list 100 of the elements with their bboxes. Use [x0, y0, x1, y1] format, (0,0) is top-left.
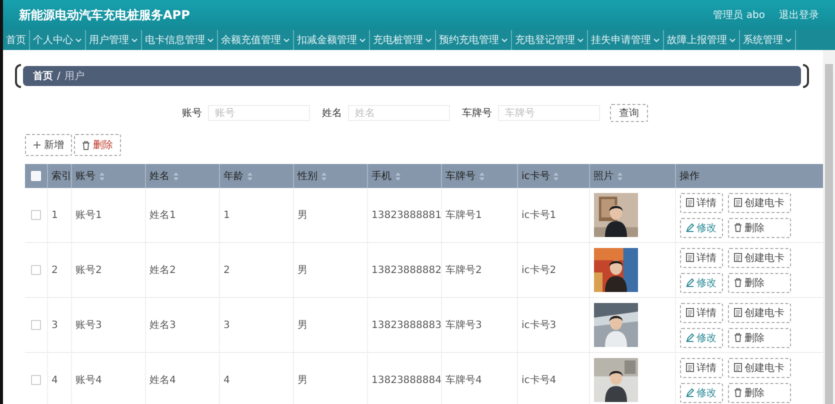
user-label: 管理员 abo	[713, 9, 765, 22]
edit-button[interactable]: 修改	[680, 272, 722, 292]
pencil-icon	[686, 278, 694, 287]
nav-menu-item[interactable]: 扣减金额管理	[294, 30, 370, 50]
table-cell: 13823888884	[372, 374, 442, 386]
column-header[interactable]: 操作	[680, 169, 700, 183]
row-checkbox[interactable]	[30, 320, 41, 330]
row-checkbox[interactable]	[30, 210, 41, 220]
table-cell: 账号1	[76, 210, 102, 221]
search-field[interactable]: 姓名	[348, 105, 450, 121]
nav-menu-item[interactable]: 首页	[3, 30, 30, 50]
app-title: 新能源电动汽车充电桩服务APP	[19, 6, 191, 24]
sort-icon[interactable]	[320, 172, 326, 180]
table-cell: 13823888883	[372, 320, 442, 330]
sort-icon[interactable]	[98, 172, 104, 180]
search-field[interactable]: 账号	[208, 105, 310, 121]
table-cell: 3	[52, 320, 58, 330]
nav-menu-item[interactable]: 挂失申请管理	[588, 30, 664, 50]
chevron-down-icon	[207, 38, 214, 42]
delete-button[interactable]: 删除	[728, 218, 790, 238]
chevron-down-icon	[501, 38, 508, 42]
trash-icon	[82, 140, 90, 150]
nav-menu-item[interactable]: 预约充电管理	[436, 30, 512, 50]
trash-icon	[734, 278, 742, 287]
chevron-down-icon	[131, 38, 138, 42]
chevron-down-icon	[359, 38, 366, 42]
table-cell: 13823888881	[372, 210, 442, 220]
table-cell: 账号2	[76, 265, 102, 276]
table-cell: 1	[224, 210, 230, 220]
sort-icon[interactable]	[394, 172, 400, 180]
document-icon	[734, 198, 742, 207]
chevron-down-icon	[653, 38, 660, 42]
chevron-down-icon	[577, 38, 584, 42]
add-button[interactable]: 新增	[25, 134, 72, 156]
table-cell: 账号4	[76, 375, 102, 386]
sort-icon[interactable]	[552, 172, 559, 180]
nav-menu-item[interactable]: 充电桩管理	[370, 30, 436, 50]
pencil-icon	[686, 223, 694, 232]
sort-icon[interactable]	[172, 172, 178, 180]
select-all-checkbox[interactable]	[30, 171, 41, 181]
card-button[interactable]: 创建电卡	[728, 248, 790, 268]
table-cell: 姓名1	[150, 210, 176, 221]
nav-menu-item[interactable]: 用户管理	[86, 30, 142, 50]
card-button[interactable]: 创建电卡	[728, 358, 790, 378]
edit-button[interactable]: 修改	[680, 382, 722, 402]
chevron-down-icon	[425, 38, 432, 42]
row-checkbox[interactable]	[30, 375, 41, 385]
column-header[interactable]: 照片	[594, 169, 622, 183]
table-cell: 2	[224, 264, 230, 276]
edit-button[interactable]: 修改	[680, 218, 722, 238]
table-cell: ic卡号3	[522, 320, 556, 331]
document-icon	[734, 308, 742, 317]
search-button[interactable]: 查询	[610, 104, 648, 122]
document-icon	[686, 363, 694, 372]
search-label: 账号	[182, 106, 202, 120]
nav-menu-item[interactable]: 个人中心	[30, 30, 86, 50]
table-cell: 车牌号4	[446, 375, 482, 386]
document-icon	[686, 198, 694, 207]
detail-button[interactable]: 详情	[680, 192, 722, 212]
card-button[interactable]: 创建电卡	[728, 192, 790, 212]
sort-icon[interactable]	[616, 172, 622, 180]
delete-button[interactable]: 删除	[728, 328, 790, 348]
detail-button[interactable]: 详情	[680, 248, 722, 268]
nav-menu-item[interactable]: 系统管理	[740, 30, 796, 50]
delete-button[interactable]: 删除	[728, 382, 790, 402]
sort-icon[interactable]	[246, 172, 252, 180]
search-field[interactable]: 车牌号	[498, 105, 600, 121]
table-cell: 姓名3	[150, 320, 176, 331]
detail-button[interactable]: 详情	[680, 302, 722, 322]
breadcrumb-link[interactable]: 首页	[33, 69, 53, 83]
table-cell: 车牌号3	[446, 320, 482, 331]
nav-menu-item[interactable]: 电卡信息管理	[142, 30, 218, 50]
search-label: 车牌号	[462, 106, 492, 120]
scrollbar[interactable]	[823, 50, 835, 404]
nav-menu-item[interactable]: 余额充值管理	[218, 30, 294, 50]
edit-button[interactable]: 修改	[680, 328, 722, 348]
chevron-down-icon	[729, 38, 736, 42]
nav-menu-item[interactable]: 充电登记管理	[512, 30, 588, 50]
pencil-icon	[686, 333, 694, 342]
sort-icon[interactable]	[478, 172, 484, 180]
table-cell: 男	[298, 375, 308, 386]
nav-menu-item[interactable]: 故障上报管理	[664, 30, 740, 50]
breadcrumb-separator: /	[57, 70, 60, 82]
delete-button[interactable]: 删除	[74, 134, 121, 156]
logout-link[interactable]: 退出登录	[779, 8, 819, 22]
table-cell: 姓名2	[150, 265, 176, 276]
row-checkbox[interactable]	[30, 265, 41, 275]
table-cell: ic卡号4	[522, 375, 556, 386]
table-cell: 车牌号2	[446, 265, 482, 276]
search-label: 姓名	[322, 107, 342, 120]
table-cell: 姓名4	[150, 375, 176, 386]
table-cell: 4	[224, 374, 230, 386]
table-cell: ic卡号2	[522, 265, 556, 276]
detail-button[interactable]: 详情	[680, 358, 722, 378]
pencil-icon	[686, 388, 694, 397]
delete-button[interactable]: 删除	[728, 272, 790, 292]
table-cell: 男	[298, 210, 308, 221]
table-cell: 4	[52, 374, 58, 386]
card-button[interactable]: 创建电卡	[728, 302, 790, 322]
table-cell: 3	[224, 320, 230, 330]
